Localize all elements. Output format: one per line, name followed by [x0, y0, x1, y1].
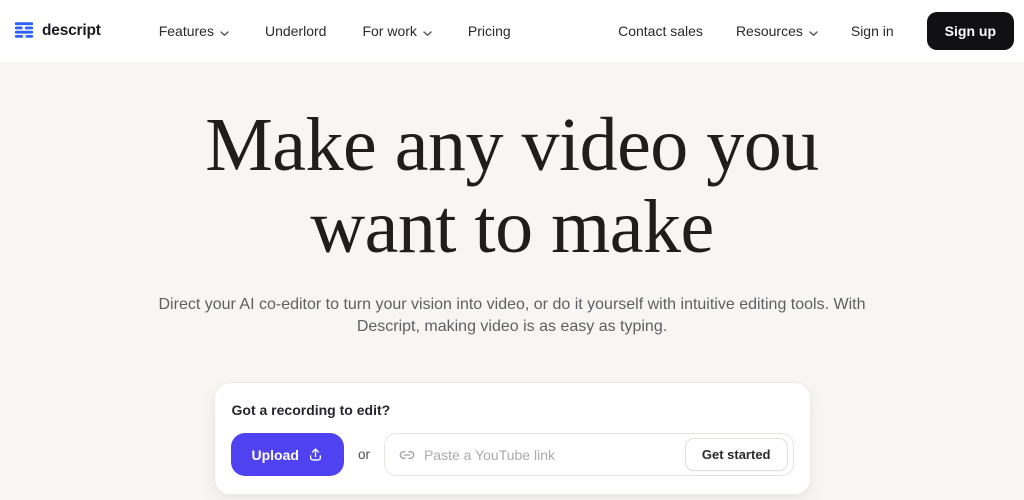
chevron-down-icon	[220, 24, 229, 40]
nav-item-label: For work	[362, 23, 417, 39]
nav-item-pricing[interactable]: Pricing	[468, 23, 511, 39]
upload-button[interactable]: Upload	[230, 433, 344, 477]
or-separator-label: or	[357, 447, 370, 463]
nav-item-label: Sign in	[850, 23, 894, 39]
nav-item-sign-in[interactable]: Sign in	[851, 23, 894, 39]
hero-subtitle-line2: Descript, making video is as easy as typ…	[356, 318, 668, 336]
nav-item-label: Features	[158, 23, 214, 39]
get-started-button[interactable]: Get started	[684, 438, 788, 472]
recording-cta-card: Got a recording to edit? Upload or Paste…	[213, 382, 811, 496]
nav-item-features[interactable]: Features	[159, 22, 229, 40]
upload-button-label: Upload	[251, 446, 299, 463]
hero-title: Make any video you want to make	[0, 104, 1024, 268]
nav-item-label: Resources	[735, 23, 803, 39]
hero-subtitle: Direct your AI co-editor to turn your vi…	[0, 294, 1024, 338]
youtube-link-input[interactable]	[423, 446, 676, 463]
cta-prompt-label: Got a recording to edit?	[231, 402, 391, 419]
descript-logo[interactable]: descript	[13, 20, 101, 42]
hero-subtitle-line1: Direct your AI co-editor to turn your vi…	[158, 296, 866, 314]
nav-item-label: Contact sales	[618, 23, 703, 39]
upload-arrow-icon	[308, 447, 323, 462]
nav-item-for-work[interactable]: For work	[362, 22, 432, 40]
brand-name: descript	[42, 22, 101, 39]
nav-item-underlord[interactable]: Underlord	[265, 23, 326, 39]
top-nav: descript Features Underlord For work Pri…	[0, 0, 1024, 62]
link-chain-icon	[399, 447, 415, 463]
sign-up-button[interactable]: Sign up	[926, 12, 1014, 50]
hero-title-line2: want to make	[310, 185, 714, 270]
hero-section: Make any video you want to make Direct y…	[0, 104, 1024, 496]
descript-logo-icon	[13, 20, 35, 42]
nav-right-group: Contact sales Resources Sign in Sign up	[618, 12, 1014, 50]
nav-item-contact-sales[interactable]: Contact sales	[618, 23, 703, 39]
nav-item-resources[interactable]: Resources	[736, 22, 818, 40]
chevron-down-icon	[423, 24, 432, 40]
nav-left-group: descript Features Underlord For work Pri…	[13, 20, 511, 42]
hero-title-line1: Make any video you	[205, 103, 819, 187]
cta-row: Upload or Paste a YouTube link Get start…	[230, 433, 794, 477]
youtube-link-field[interactable]: Get started	[383, 433, 794, 477]
nav-item-label: Underlord	[264, 23, 327, 39]
primary-nav: Features Underlord For work Pricing	[159, 22, 511, 40]
chevron-down-icon	[809, 24, 818, 40]
nav-item-label: Pricing	[467, 23, 511, 39]
